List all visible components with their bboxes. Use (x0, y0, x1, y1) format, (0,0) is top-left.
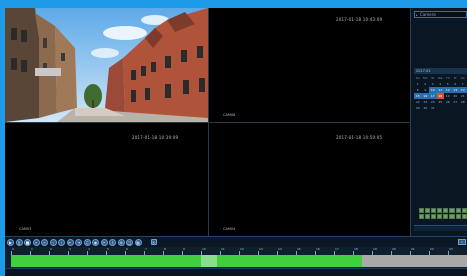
camera-timestamp: 2017-01-18 10:39:09 (132, 135, 179, 140)
playback-toolbar: ▶ ❙ ■ « » ‹ › ⇤ ⇥ ♫ ◉ ✂ ⇩ ⊕ □ ▦ × ⌕ (5, 236, 467, 247)
clip-icon[interactable]: ✂ (100, 238, 108, 246)
timeline-hour-label: 22 (430, 247, 434, 251)
timeline-hour-label: 15 (297, 247, 301, 251)
search-icon[interactable]: ⌕ (458, 239, 466, 245)
calendar-day[interactable]: 29 (414, 105, 422, 111)
camera-timestamp: 2017-01-18 10:50:05 (336, 135, 383, 140)
calendar-day (452, 105, 460, 111)
camera-tile-3[interactable]: 2017-01-18 10:39:09 CAM03 (5, 123, 208, 236)
grid-divider-horizontal (5, 122, 410, 123)
next-file-icon[interactable]: ⇥ (75, 238, 82, 246)
rewind-icon[interactable]: « (32, 238, 40, 246)
channel-checkbox[interactable] (437, 214, 443, 219)
channel-checkbox[interactable] (443, 214, 449, 219)
calendar-month-label: 2017-01 (416, 69, 431, 73)
channel-checkbox[interactable] (455, 214, 461, 219)
timeline-hour-label: 23 (449, 247, 453, 251)
playhead-region (201, 255, 217, 267)
channel-checkbox[interactable] (449, 208, 455, 213)
slow-play-icon[interactable]: ‹ (49, 238, 57, 246)
timeline-hour-label: 13 (259, 247, 263, 251)
timeline-hour-label: 4 (88, 247, 90, 251)
channel-checkbox[interactable] (443, 208, 449, 213)
timeline-hour-label: 6 (126, 247, 128, 251)
channel-checkbox[interactable] (455, 208, 461, 213)
channel-checkbox[interactable] (431, 208, 437, 213)
calendar-day (444, 105, 452, 111)
timeline-hour-label: 5 (107, 247, 109, 251)
camera-select-label: Camera (420, 12, 436, 17)
recorded-segment[interactable] (11, 255, 362, 267)
camera-name: CAM04 (223, 227, 236, 231)
playback-screen: 2017-01-18 10:43:09 CAM08 2017-01-18 10:… (5, 8, 467, 276)
snapshot-icon[interactable]: ◉ (92, 238, 99, 246)
channel-checkbox[interactable] (419, 208, 425, 213)
timeline-hour-label: 12 (240, 247, 244, 251)
timeline-hour-label: 14 (278, 247, 282, 251)
timeline-hour-label: 8 (164, 247, 166, 251)
timeline-track[interactable] (11, 255, 467, 267)
status-bar (5, 268, 467, 276)
camera-tile-1[interactable] (5, 8, 208, 122)
timeline-hour-label: 19 (373, 247, 377, 251)
channel-checkbox[interactable] (449, 214, 455, 219)
expand-arrow-icon: ▸ (416, 13, 418, 17)
timeline-hour-label: 16 (316, 247, 320, 251)
camera-select[interactable]: ▸ Camera (414, 11, 467, 18)
camera-name: CAM08 (223, 113, 236, 117)
volume-icon[interactable]: ♫ (83, 238, 91, 246)
backup-icon[interactable]: ⇩ (109, 238, 116, 246)
stop-icon[interactable]: ■ (24, 238, 31, 246)
channel-checkbox[interactable] (431, 214, 437, 219)
channel-selector-grid (419, 208, 467, 219)
calendar-day[interactable]: 30 (422, 105, 430, 111)
timeline-hour-label: 0 (12, 247, 14, 251)
zoom-icon[interactable]: ⊕ (117, 238, 125, 246)
calendar-week-row: 29 30 31 (414, 105, 467, 111)
timeline-hour-label: 17 (335, 247, 339, 251)
panel-footer (414, 225, 467, 231)
calendar-day[interactable]: 31 (429, 105, 437, 111)
channel-checkbox[interactable] (419, 214, 425, 219)
timeline-hour-label: 10 (202, 247, 206, 251)
channel-checkbox[interactable] (461, 208, 467, 213)
street-scene-image (5, 8, 208, 122)
camera-tile-2[interactable]: 2017-01-18 10:43:09 CAM08 (209, 8, 410, 122)
timeline[interactable]: 0 1 2 3 4 5 6 7 8 9 10 11 12 13 14 15 16 17 18 19 20 21 22 23 (5, 247, 467, 268)
previous-file-icon[interactable]: ⇤ (66, 238, 74, 246)
timeline-hour-label: 9 (183, 247, 185, 251)
calendar: Su Mo Tu We Th Fr Sa 1 2 3 4 5 6 7 8 9 10 11 12 13 14 15 16 17 1… (414, 75, 467, 111)
dvr-window: 2017-01-18 10:43:09 CAM08 2017-01-18 10:… (0, 0, 467, 276)
timeline-hour-label: 18 (354, 247, 358, 251)
pause-icon[interactable]: ❙ (15, 238, 23, 246)
timeline-hour-label: 11 (221, 247, 225, 251)
camera-tile-4[interactable]: 2017-01-18 10:50:05 CAM04 (209, 123, 410, 236)
timeline-ruler: 0 1 2 3 4 5 6 7 8 9 10 11 12 13 14 15 16 17 18 19 20 21 22 23 (11, 247, 467, 255)
timeline-hour-label: 21 (411, 247, 415, 251)
channel-checkbox[interactable] (425, 214, 431, 219)
exit-icon[interactable]: × (150, 239, 157, 245)
calendar-month-header[interactable]: 2017-01 (414, 68, 467, 74)
playback-side-panel: ▸ Camera 2017-01 Su Mo Tu We Th Fr Sa 1 2 3 4 5 6 7 8 9… (410, 8, 467, 236)
timeline-hour-label: 20 (392, 247, 396, 251)
calendar-day (437, 105, 445, 111)
timeline-hour-label: 1 (31, 247, 33, 251)
camera-name: CAM03 (19, 227, 32, 231)
channel-checkbox[interactable] (425, 208, 431, 213)
camera-timestamp: 2017-01-18 10:43:09 (336, 17, 383, 22)
timeline-hour-label: 2 (50, 247, 52, 251)
timeline-hour-label: 7 (145, 247, 147, 251)
timeline-hour-label: 3 (69, 247, 71, 251)
channel-checkbox[interactable] (461, 214, 467, 219)
frame-step-icon[interactable]: › (58, 238, 65, 246)
channel-checkbox[interactable] (437, 208, 443, 213)
split-screen-icon[interactable]: ▦ (134, 238, 142, 246)
fast-forward-icon[interactable]: » (41, 238, 48, 246)
fullscreen-icon[interactable]: □ (126, 238, 133, 246)
calendar-day (459, 105, 467, 111)
play-icon[interactable]: ▶ (7, 238, 14, 246)
